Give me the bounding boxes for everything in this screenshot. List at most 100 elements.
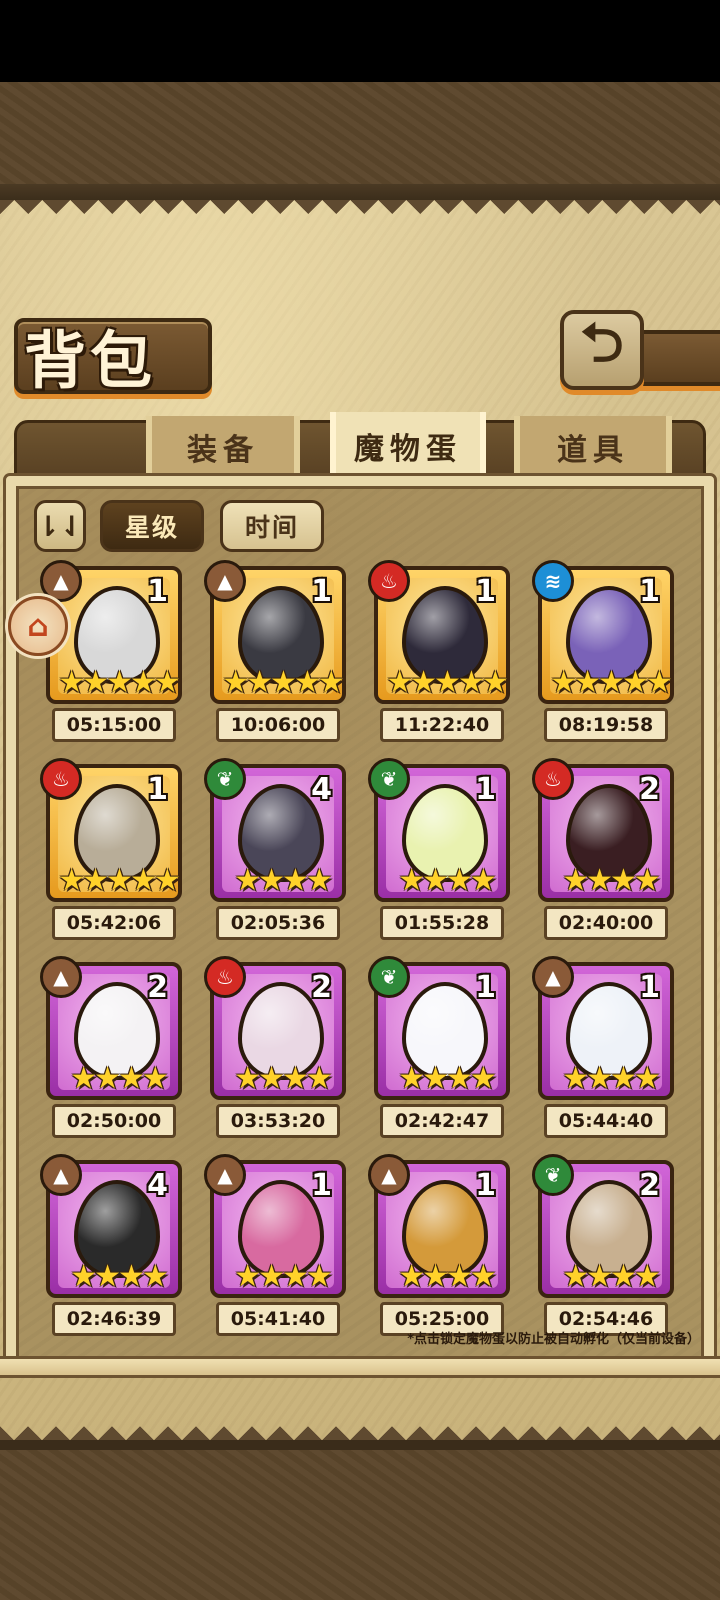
fire-element-icon: ♨ bbox=[368, 560, 410, 602]
egg-count: 2 bbox=[639, 772, 660, 807]
egg-card[interactable]: 1 ★ ★ ★ ★ ▲ 05:41:40 bbox=[204, 1154, 346, 1350]
star-icon: ★ bbox=[141, 1061, 169, 1096]
star-icon: ★ bbox=[234, 1061, 261, 1096]
earth-element-icon: ▲ bbox=[532, 956, 574, 998]
star-icon: ★ bbox=[258, 1259, 285, 1294]
egg-card[interactable]: 1 ★ ★ ★ ★ ❦ 02:42:47 bbox=[368, 956, 510, 1152]
egg-card[interactable]: 2 ★ ★ ★ ★ ❦ 02:54:46 bbox=[532, 1154, 674, 1350]
footnote: *点击锁定魔物蛋以防止被自动孵化（仅当前设备） bbox=[407, 1332, 700, 1347]
egg-card[interactable]: 1 ★ ★ ★ ★ ★ ▲ 10:06:00 bbox=[204, 560, 346, 756]
egg-count: 1 bbox=[639, 970, 660, 1005]
star-icon: ★ bbox=[586, 1259, 613, 1294]
sort-order-toggle[interactable]: ⇂⇃ bbox=[34, 500, 86, 552]
page-title: 背包 bbox=[24, 324, 157, 397]
hatch-timer: 02:50:00 bbox=[52, 1104, 176, 1138]
egg-card[interactable]: 4 ★ ★ ★ ★ ❦ 02:05:36 bbox=[204, 758, 346, 954]
map-background-bottom bbox=[0, 1440, 720, 1600]
star-icon: ★ bbox=[621, 665, 649, 700]
egg-count: 1 bbox=[311, 1168, 332, 1203]
map-background-top bbox=[0, 82, 720, 202]
status-bar bbox=[0, 0, 720, 82]
star-icon: ★ bbox=[398, 1061, 425, 1096]
star-icon: ★ bbox=[446, 1259, 473, 1294]
star-icon: ★ bbox=[305, 1259, 333, 1294]
star-icon: ★ bbox=[106, 863, 133, 898]
star-icon: ★ bbox=[82, 665, 109, 700]
earth-element-icon: ▲ bbox=[204, 560, 246, 602]
egg-card[interactable]: 1 ★ ★ ★ ★ ▲ 05:25:00 bbox=[368, 1154, 510, 1350]
grass-element-icon: ❦ bbox=[532, 1154, 574, 1196]
tab-items[interactable]: 道具 bbox=[514, 416, 672, 478]
egg-card[interactable]: 2 ★ ★ ★ ★ ▲ 02:50:00 bbox=[40, 956, 182, 1152]
star-icon: ★ bbox=[469, 1061, 497, 1096]
star-icon: ★ bbox=[118, 1061, 145, 1096]
star-icon: ★ bbox=[481, 665, 509, 700]
egg-count: 2 bbox=[639, 1168, 660, 1203]
star-icon: ★ bbox=[586, 1061, 613, 1096]
egg-count: 2 bbox=[311, 970, 332, 1005]
star-icon: ★ bbox=[58, 665, 85, 700]
star-icon: ★ bbox=[434, 665, 461, 700]
star-icon: ★ bbox=[234, 1259, 261, 1294]
egg-count: 1 bbox=[147, 574, 168, 609]
return-arrow-icon: ⮌ bbox=[580, 311, 624, 374]
star-icon: ★ bbox=[574, 665, 601, 700]
star-icon: ★ bbox=[610, 1259, 637, 1294]
star-icon: ★ bbox=[586, 863, 613, 898]
star-icon: ★ bbox=[550, 665, 577, 700]
egg-card[interactable]: 1 ★ ★ ★ ★ ★ ▲ 05:15:00 bbox=[40, 560, 182, 756]
star-rating: ★ ★ ★ ★ bbox=[546, 1260, 674, 1294]
sort-by-time-button[interactable]: 时间 bbox=[220, 500, 324, 552]
hatch-timer: 01:55:28 bbox=[380, 906, 504, 940]
egg-card[interactable]: 4 ★ ★ ★ ★ ▲ 02:46:39 bbox=[40, 1154, 182, 1350]
star-icon: ★ bbox=[153, 863, 181, 898]
fire-element-icon: ♨ bbox=[204, 956, 246, 998]
star-icon: ★ bbox=[234, 863, 261, 898]
star-rating: ★ ★ ★ ★ bbox=[382, 1062, 510, 1096]
star-icon: ★ bbox=[118, 1259, 145, 1294]
star-icon: ★ bbox=[633, 1061, 661, 1096]
star-icon: ★ bbox=[94, 1259, 121, 1294]
grass-element-icon: ❦ bbox=[204, 758, 246, 800]
egg-card[interactable]: 1 ★ ★ ★ ★ ❦ 01:55:28 bbox=[368, 758, 510, 954]
tab-monster-eggs[interactable]: 魔物蛋 bbox=[330, 412, 486, 480]
egg-count: 2 bbox=[147, 970, 168, 1005]
star-icon: ★ bbox=[446, 1061, 473, 1096]
star-icon: ★ bbox=[398, 863, 425, 898]
egg-card[interactable]: 1 ★ ★ ★ ★ ★ ≋ 08:19:58 bbox=[532, 560, 674, 756]
earth-element-icon: ▲ bbox=[40, 956, 82, 998]
egg-count: 1 bbox=[639, 574, 660, 609]
earth-element-icon: ▲ bbox=[204, 1154, 246, 1196]
egg-card[interactable]: 2 ★ ★ ★ ★ ♨ 03:53:20 bbox=[204, 956, 346, 1152]
egg-card[interactable]: 1 ★ ★ ★ ★ ★ ♨ 05:42:06 bbox=[40, 758, 182, 954]
torn-edge-bottom bbox=[0, 1412, 720, 1440]
earth-element-icon: ▲ bbox=[40, 560, 82, 602]
fire-element-icon: ♨ bbox=[40, 758, 82, 800]
back-button[interactable]: ⮌ bbox=[560, 310, 644, 390]
star-icon: ★ bbox=[270, 665, 297, 700]
star-icon: ★ bbox=[282, 1259, 309, 1294]
egg-count: 1 bbox=[147, 772, 168, 807]
egg-card[interactable]: 2 ★ ★ ★ ★ ♨ 02:40:00 bbox=[532, 758, 674, 954]
hatch-timer: 08:19:58 bbox=[544, 708, 668, 742]
fire-element-icon: ♨ bbox=[532, 758, 574, 800]
hatch-timer: 02:40:00 bbox=[544, 906, 668, 940]
star-rating: ★ ★ ★ ★ ★ bbox=[54, 666, 182, 700]
star-icon: ★ bbox=[58, 863, 85, 898]
hatch-timer: 02:46:39 bbox=[52, 1302, 176, 1336]
star-icon: ★ bbox=[129, 665, 157, 700]
star-icon: ★ bbox=[562, 1061, 589, 1096]
star-rating: ★ ★ ★ ★ bbox=[218, 1260, 346, 1294]
egg-card[interactable]: 1 ★ ★ ★ ★ ▲ 05:44:40 bbox=[532, 956, 674, 1152]
sort-by-stars-button[interactable]: 星级 bbox=[100, 500, 204, 552]
star-icon: ★ bbox=[317, 665, 345, 700]
star-icon: ★ bbox=[633, 1259, 661, 1294]
star-icon: ★ bbox=[633, 863, 661, 898]
earth-element-icon: ▲ bbox=[368, 1154, 410, 1196]
star-icon: ★ bbox=[258, 1061, 285, 1096]
star-icon: ★ bbox=[293, 665, 321, 700]
tab-equipment[interactable]: 装备 bbox=[146, 416, 300, 478]
panel-bottom-bar bbox=[0, 1356, 720, 1378]
lock-toggle-button[interactable]: ⌂ bbox=[8, 596, 68, 656]
egg-card[interactable]: 1 ★ ★ ★ ★ ★ ♨ 11:22:40 bbox=[368, 560, 510, 756]
